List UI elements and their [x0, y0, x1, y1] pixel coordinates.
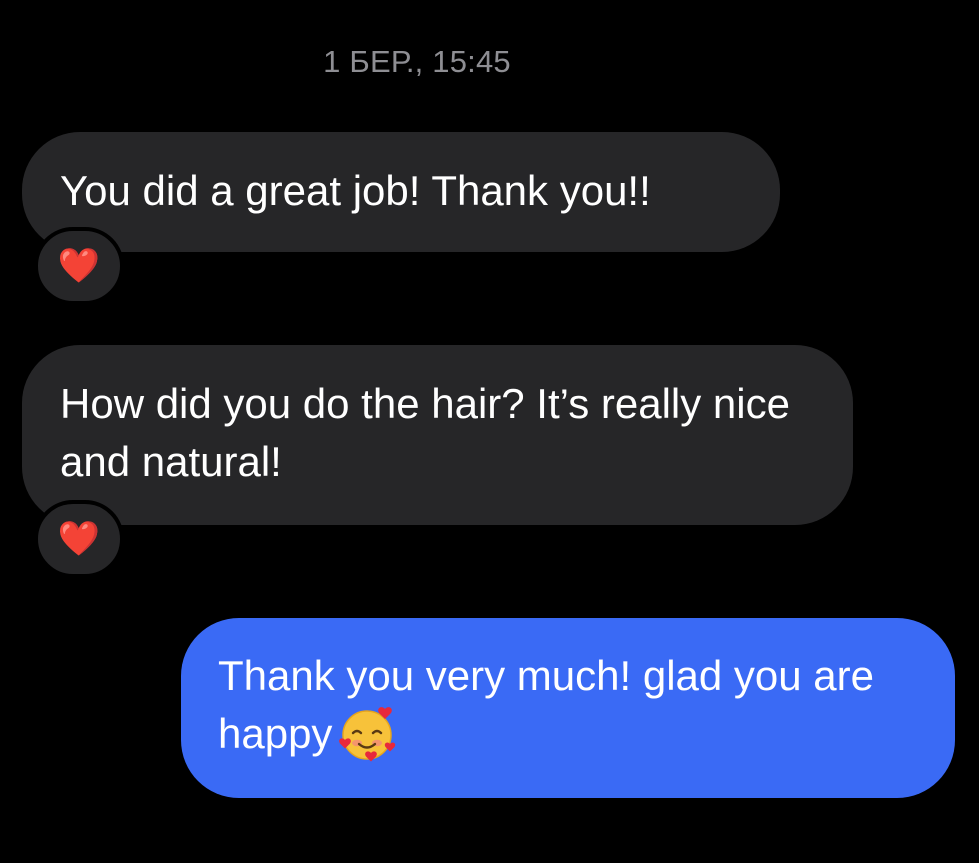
heart-reaction-badge[interactable]: ❤️ [34, 227, 124, 305]
message-timestamp: 1 БЕР., 15:45 [323, 44, 511, 79]
outgoing-message-bubble[interactable]: Thank you very much! glad you are happy [181, 618, 955, 798]
heart-icon: ❤️ [57, 520, 101, 558]
message-text: How did you do the hair? It’s really nic… [60, 380, 790, 485]
smiling-face-with-hearts-icon [339, 707, 396, 762]
message-text: Thank you very much! glad you are happy [218, 652, 875, 757]
incoming-message-bubble[interactable]: How did you do the hair? It’s really nic… [22, 345, 853, 525]
heart-reaction-badge[interactable]: ❤️ [34, 500, 124, 578]
message-text: You did a great job! Thank you!! [60, 167, 651, 214]
heart-icon: ❤️ [57, 247, 101, 285]
incoming-message-bubble[interactable]: You did a great job! Thank you!! [22, 132, 780, 252]
